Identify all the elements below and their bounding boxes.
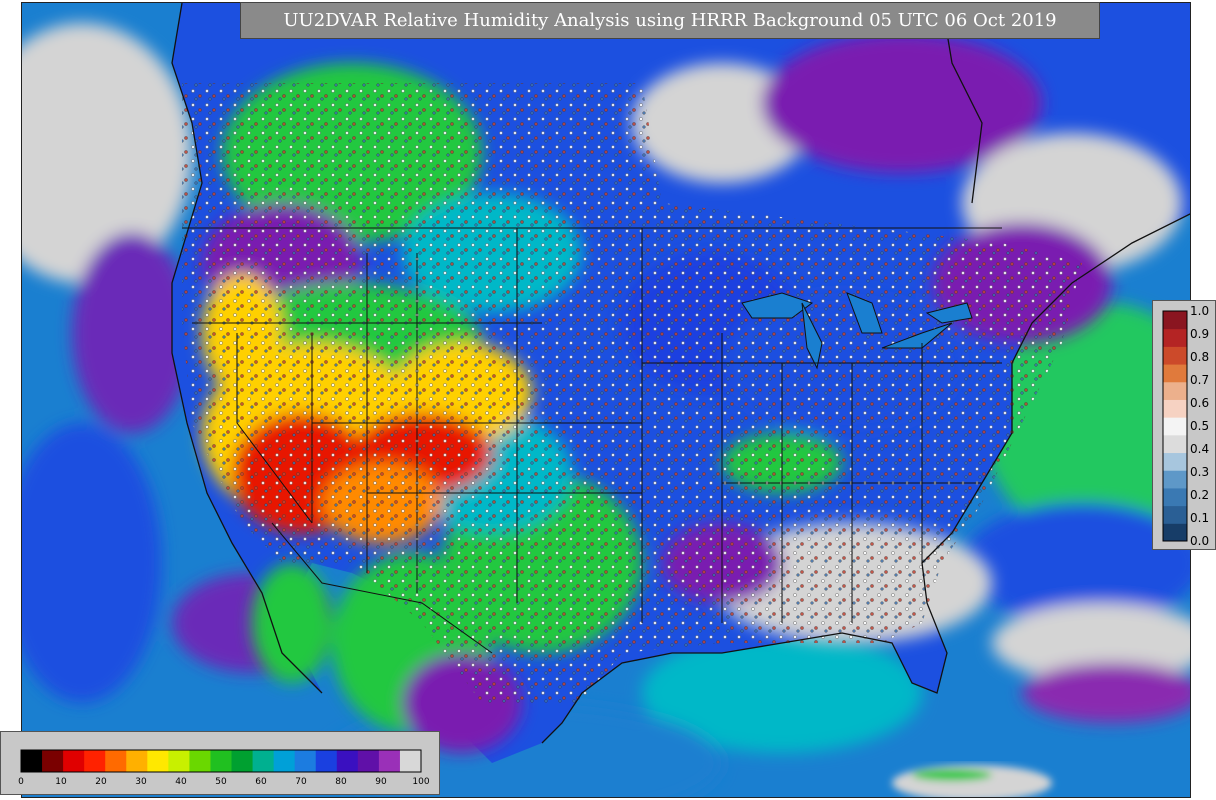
- observation-colorbar-tick-label: 0.8: [1190, 350, 1209, 364]
- rh-colorbar-band: [336, 750, 359, 772]
- observation-colorbar-tick-label: 0.4: [1190, 442, 1209, 456]
- rh-colorbar-band: [189, 750, 211, 772]
- rh-colorbar-tick-label: 50: [215, 777, 227, 787]
- observation-colorbar-band: [1163, 505, 1187, 524]
- observation-colorbar-band: [1163, 381, 1187, 400]
- rh-colorbar-band: [84, 750, 106, 772]
- observation-colorbar-band: [1163, 417, 1187, 436]
- observation-colorbar-band: [1163, 364, 1187, 383]
- rh-colorbar-band: [252, 750, 275, 772]
- rh-colorbar-tick-label: 10: [55, 777, 67, 787]
- observation-colorbar-graphic: 0.0 0.1 0.2 0.3 0.4 0.5 0.6 0.7 0.8 0.9 1.0: [1162, 304, 1209, 548]
- rh-colorbar-tick-label: 60: [255, 777, 267, 787]
- rh-colorbar: 0 10 20 30 40 50 60 70 80 90 100: [0, 731, 440, 795]
- observation-colorbar-band: [1163, 434, 1187, 454]
- rh-colorbar-band: [210, 750, 233, 772]
- rh-colorbar-tick-label: 40: [175, 777, 187, 787]
- rh-colorbar-band: [105, 750, 127, 772]
- rh-colorbar-bands: [20, 749, 422, 773]
- observation-colorbar-ticks: 0.0 0.1 0.2 0.3 0.4 0.5 0.6 0.7 0.8 0.9 1.0: [1190, 304, 1209, 548]
- observation-colorbar-band: [1163, 452, 1187, 471]
- rh-colorbar-band: [147, 750, 169, 772]
- rh-colorbar-tick-label: 70: [295, 777, 307, 787]
- rh-colorbar-band: [42, 750, 64, 772]
- rh-colorbar-band: [378, 750, 401, 772]
- rh-colorbar-band: [399, 750, 422, 772]
- rh-colorbar-tick-label: 90: [375, 777, 387, 787]
- rh-colorbar-tick-label: 20: [95, 777, 107, 787]
- observation-colorbar-tick-label: 0.3: [1190, 465, 1209, 479]
- rh-colorbar-band: [315, 750, 338, 772]
- rh-colorbar-band: [357, 750, 380, 772]
- rh-analysis-map: [21, 2, 1191, 798]
- rh-colorbar-tick-label: 100: [412, 777, 429, 787]
- observation-colorbar-band: [1163, 487, 1187, 507]
- observation-colorbar-bands: [1162, 310, 1188, 542]
- rh-colorbar-band: [294, 750, 317, 772]
- observation-colorbar: 0.0 0.1 0.2 0.3 0.4 0.5 0.6 0.7 0.8 0.9 1.0: [1152, 300, 1216, 550]
- rh-colorbar-band: [21, 750, 43, 772]
- observation-colorbar-tick-label: 0.7: [1190, 373, 1209, 387]
- observation-colorbar-tick-label: 0.6: [1190, 396, 1209, 410]
- observation-colorbar-band: [1163, 346, 1187, 365]
- rh-colorbar-band: [63, 750, 85, 772]
- map-canvas: [22, 3, 1190, 797]
- rh-colorbar-tick-label: 30: [135, 777, 147, 787]
- rh-colorbar-tick-label: 80: [335, 777, 347, 787]
- rh-colorbar-band: [273, 750, 296, 772]
- rh-colorbar-band: [231, 750, 254, 772]
- observation-colorbar-band: [1163, 523, 1187, 542]
- observation-colorbar-band: [1163, 470, 1187, 489]
- rh-colorbar-ticks: 0 10 20 30 40 50 60 70 80 90 100: [18, 777, 430, 787]
- observation-colorbar-tick-label: 0.5: [1190, 419, 1209, 433]
- rh-colorbar-graphic: 0 10 20 30 40 50 60 70 80 90 100: [18, 749, 430, 787]
- observation-colorbar-tick-label: 0.1: [1190, 511, 1209, 525]
- rh-colorbar-band: [168, 750, 190, 772]
- observation-colorbar-band: [1163, 328, 1187, 347]
- observation-colorbar-band: [1163, 399, 1187, 418]
- observation-colorbar-tick-label: 0.2: [1190, 488, 1209, 502]
- observation-colorbar-tick-label: 0.9: [1190, 327, 1209, 341]
- observation-colorbar-tick-label: 0.0: [1190, 534, 1209, 548]
- observation-colorbar-band: [1163, 311, 1187, 330]
- rh-colorbar-tick-label: 0: [18, 777, 24, 787]
- observation-colorbar-tick-label: 1.0: [1190, 304, 1209, 318]
- map-title: UU2DVAR Relative Humidity Analysis using…: [240, 2, 1100, 39]
- rh-colorbar-band: [126, 750, 148, 772]
